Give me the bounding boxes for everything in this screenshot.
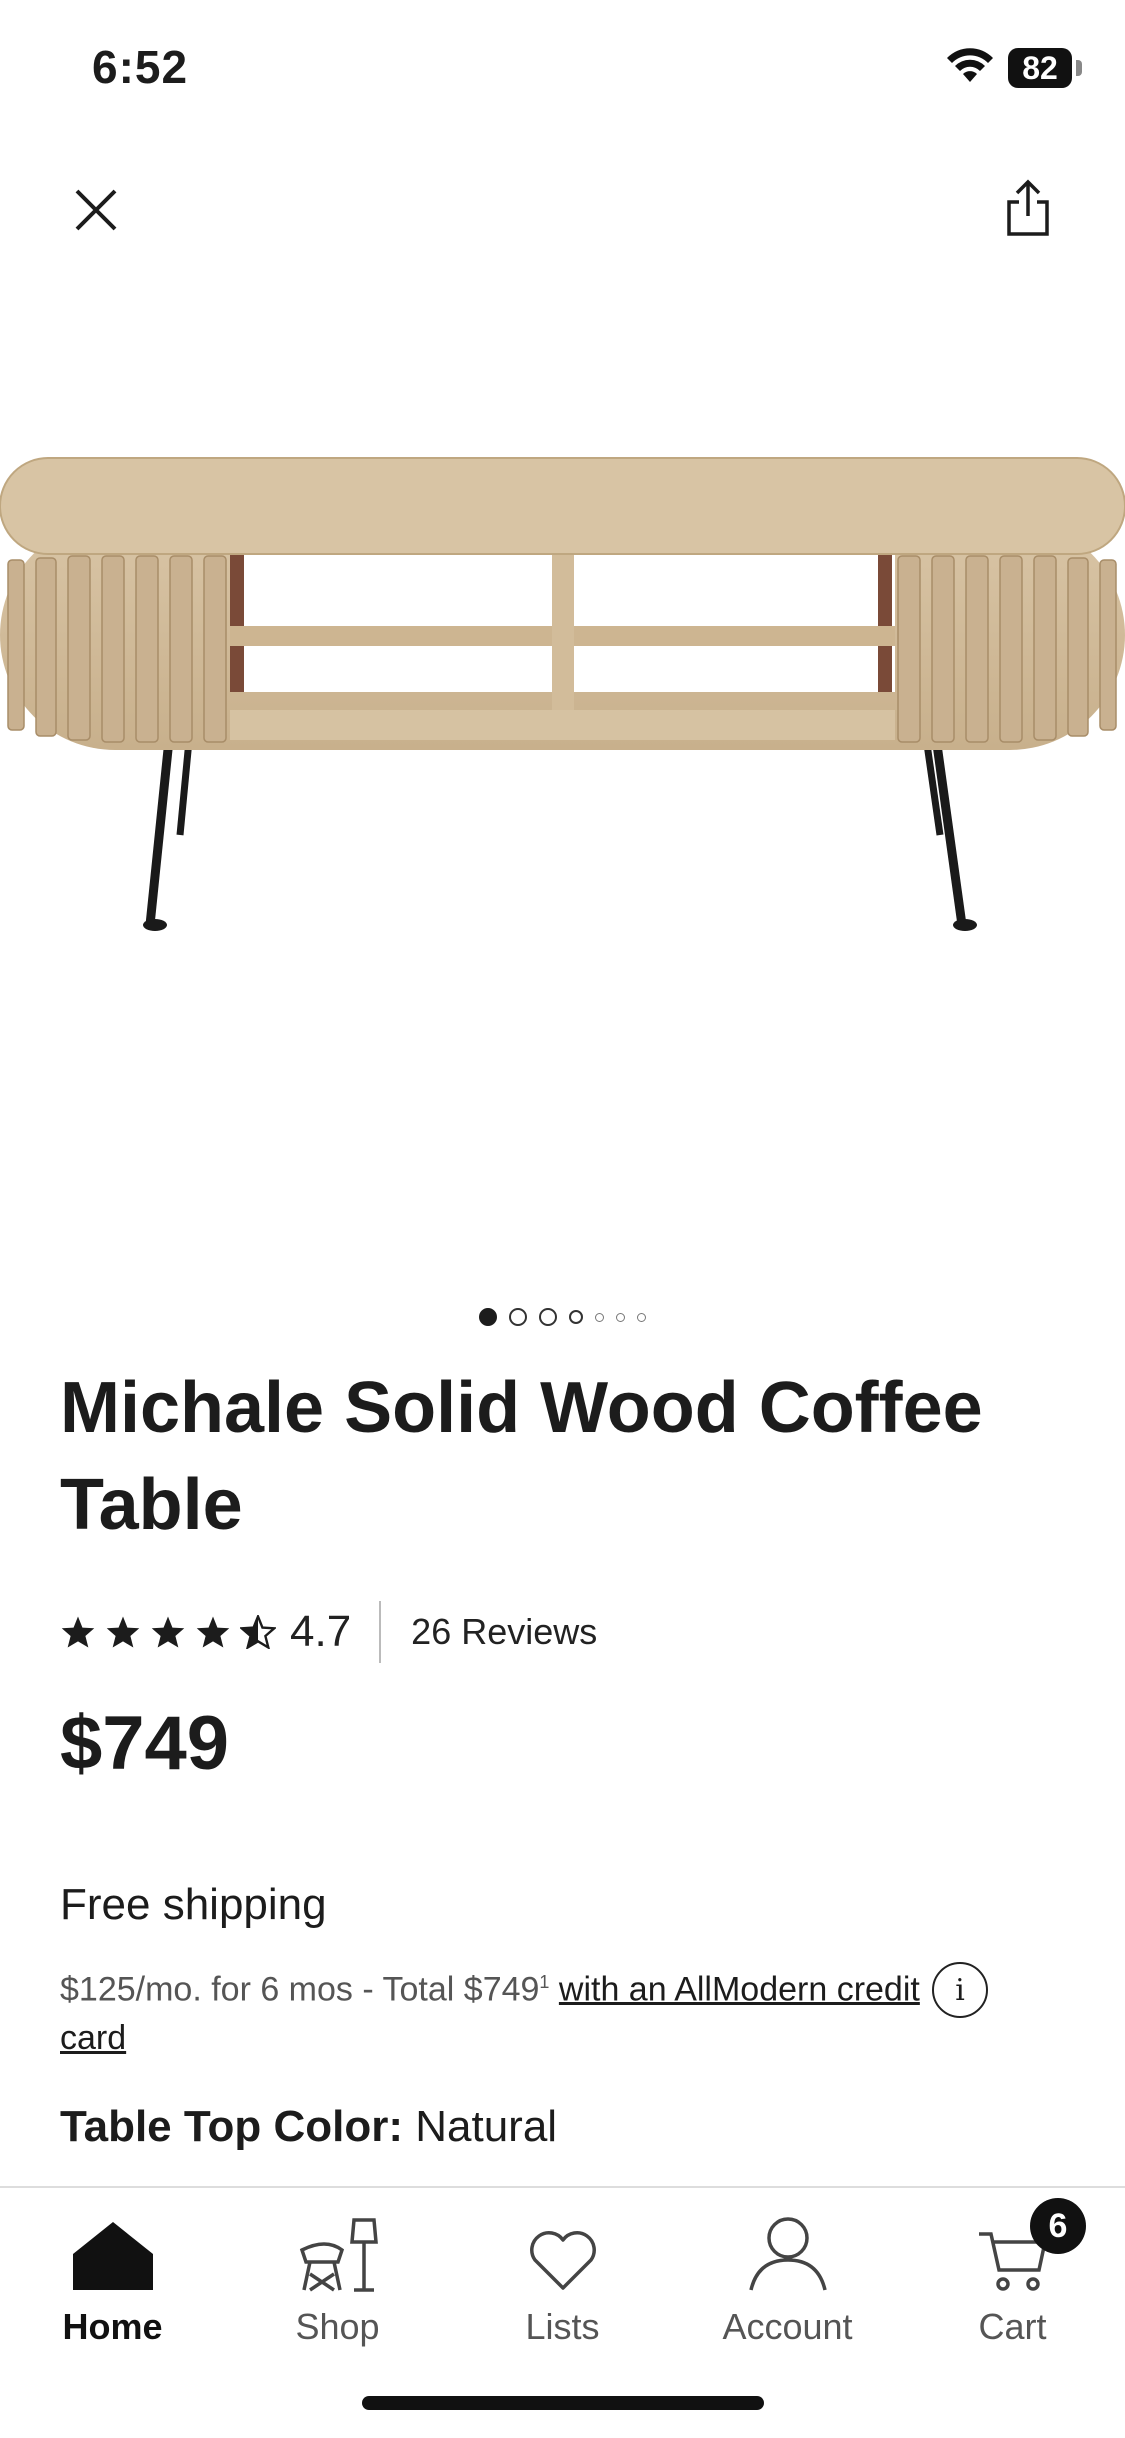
coffee-table-photo [0, 457, 1125, 931]
close-button[interactable] [60, 174, 132, 246]
option-label: Table Top Color: [60, 2102, 403, 2151]
star-icon [106, 1616, 140, 1648]
rating-value: 4.7 [290, 1607, 352, 1656]
chair-lamp-icon [299, 2218, 378, 2292]
status-bar: 6:52 82 [0, 0, 1125, 140]
battery-indicator: 82 [1008, 48, 1072, 88]
option-value: Natural [415, 2102, 558, 2151]
home-icon [72, 2222, 153, 2290]
tab-label: Shop [295, 2306, 380, 2347]
financing-text: $125/mo. for 6 mos - Total $749 [60, 1970, 540, 2009]
info-icon[interactable]: i [932, 1962, 988, 2018]
pager-dot[interactable] [637, 1312, 646, 1322]
tab-label: Home [62, 2306, 163, 2347]
tab-shop[interactable]: Shop [225, 2202, 450, 2352]
close-icon [75, 189, 117, 231]
tab-account[interactable]: Account [675, 2202, 900, 2352]
product-title: Michale Solid Wood Coffee Table [60, 1368, 983, 1545]
table-top-color-option[interactable]: Table Top Color: Natural [60, 2102, 557, 2152]
share-icon [1007, 179, 1049, 236]
star-icon [61, 1616, 95, 1648]
image-pager[interactable] [0, 1308, 1125, 1326]
pager-dot[interactable] [616, 1312, 625, 1322]
tab-lists[interactable]: Lists [450, 2202, 675, 2352]
product-image[interactable] [0, 420, 1125, 980]
home-indicator [362, 2396, 764, 2410]
person-icon [748, 2217, 827, 2291]
financing-info: $125/mo. for 6 mos - Total $7491 with an… [60, 1958, 930, 2063]
product-price: $749 [60, 1701, 230, 1786]
star-icon [196, 1616, 230, 1648]
star-icon [151, 1616, 185, 1648]
tab-cart[interactable]: Cart [900, 2202, 1125, 2352]
battery-cap-icon [1076, 60, 1082, 76]
pager-dot[interactable] [479, 1308, 497, 1326]
tab-label: Lists [525, 2306, 600, 2347]
financing-footnote: 1 [539, 1972, 550, 1992]
wifi-icon [944, 44, 996, 89]
pager-dot[interactable] [595, 1312, 604, 1322]
tab-label: Cart [978, 2306, 1047, 2347]
heart-icon [529, 2231, 596, 2290]
pager-dot[interactable] [509, 1308, 527, 1326]
divider [379, 1601, 382, 1663]
share-button[interactable] [992, 172, 1064, 244]
pager-dot[interactable] [539, 1308, 557, 1326]
status-time: 6:52 [92, 41, 189, 93]
rating-row[interactable]: 4.7 26 Reviews [60, 1600, 597, 1664]
half-star-icon [240, 1615, 276, 1649]
tab-home[interactable]: Home [0, 2202, 225, 2352]
cart-count-badge: 6 [1030, 2198, 1086, 2254]
shipping-info: Free shipping [60, 1880, 327, 1929]
pager-dot[interactable] [569, 1310, 583, 1324]
star-rating [60, 1615, 276, 1649]
tab-label: Account [722, 2306, 853, 2347]
reviews-link[interactable]: 26 Reviews [411, 1611, 597, 1653]
